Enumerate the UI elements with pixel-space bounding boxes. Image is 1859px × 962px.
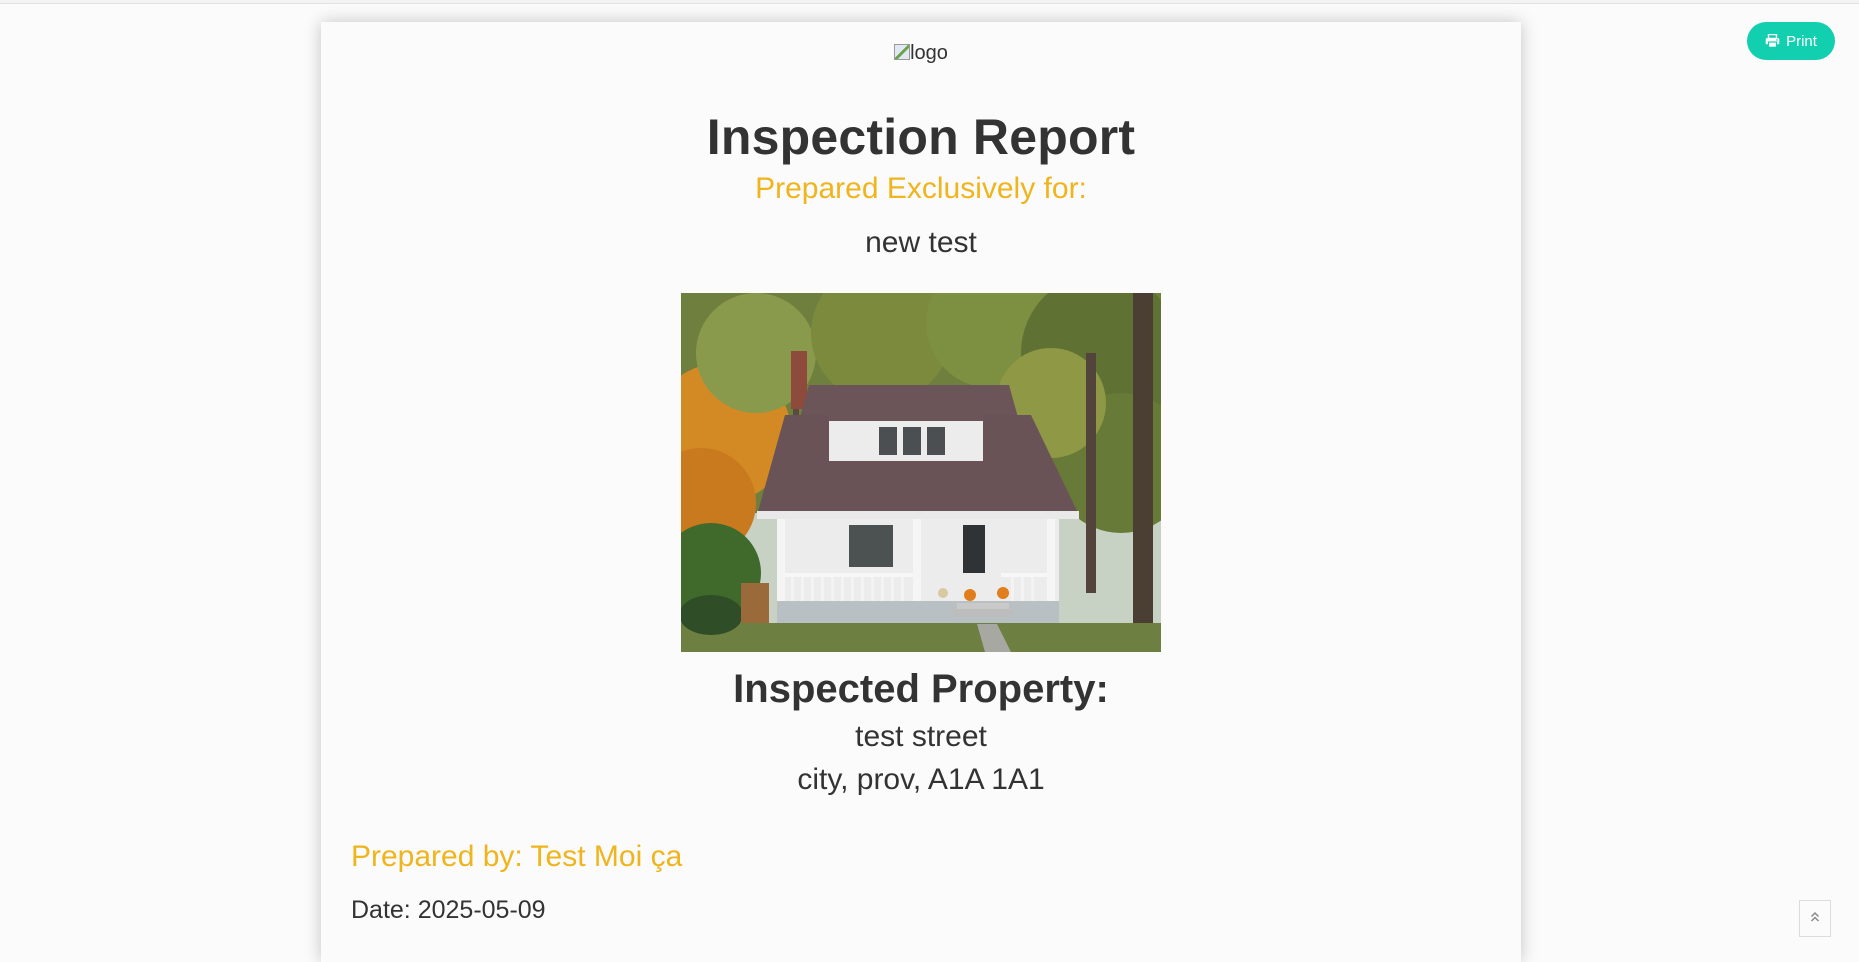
property-photo	[681, 293, 1161, 652]
address-street: test street	[855, 720, 987, 753]
report-cover-page: logo Inspection Report Prepared Exclusiv…	[321, 22, 1521, 962]
report-title: Inspection Report	[706, 109, 1136, 165]
client-name: new test	[865, 226, 977, 259]
print-button[interactable]: Print	[1747, 22, 1835, 60]
address-city: city, prov, A1A 1A1	[797, 763, 1045, 796]
prepared-by: Prepared by: Test Moi ça	[351, 840, 683, 873]
company-logo: logo	[321, 42, 1521, 65]
report-date: Date: 2025-05-09	[351, 896, 546, 924]
broken-image-icon	[894, 44, 911, 60]
prepared-for-label: Prepared Exclusively for:	[755, 172, 1087, 205]
print-button-label: Print	[1786, 32, 1817, 50]
inspected-property-heading: Inspected Property:	[733, 667, 1109, 711]
logo-alt-text: logo	[910, 42, 948, 64]
printer-icon	[1765, 34, 1780, 48]
scroll-to-top-button[interactable]	[1799, 900, 1831, 937]
double-chevron-up-icon	[1810, 910, 1820, 928]
top-border	[0, 0, 1859, 4]
